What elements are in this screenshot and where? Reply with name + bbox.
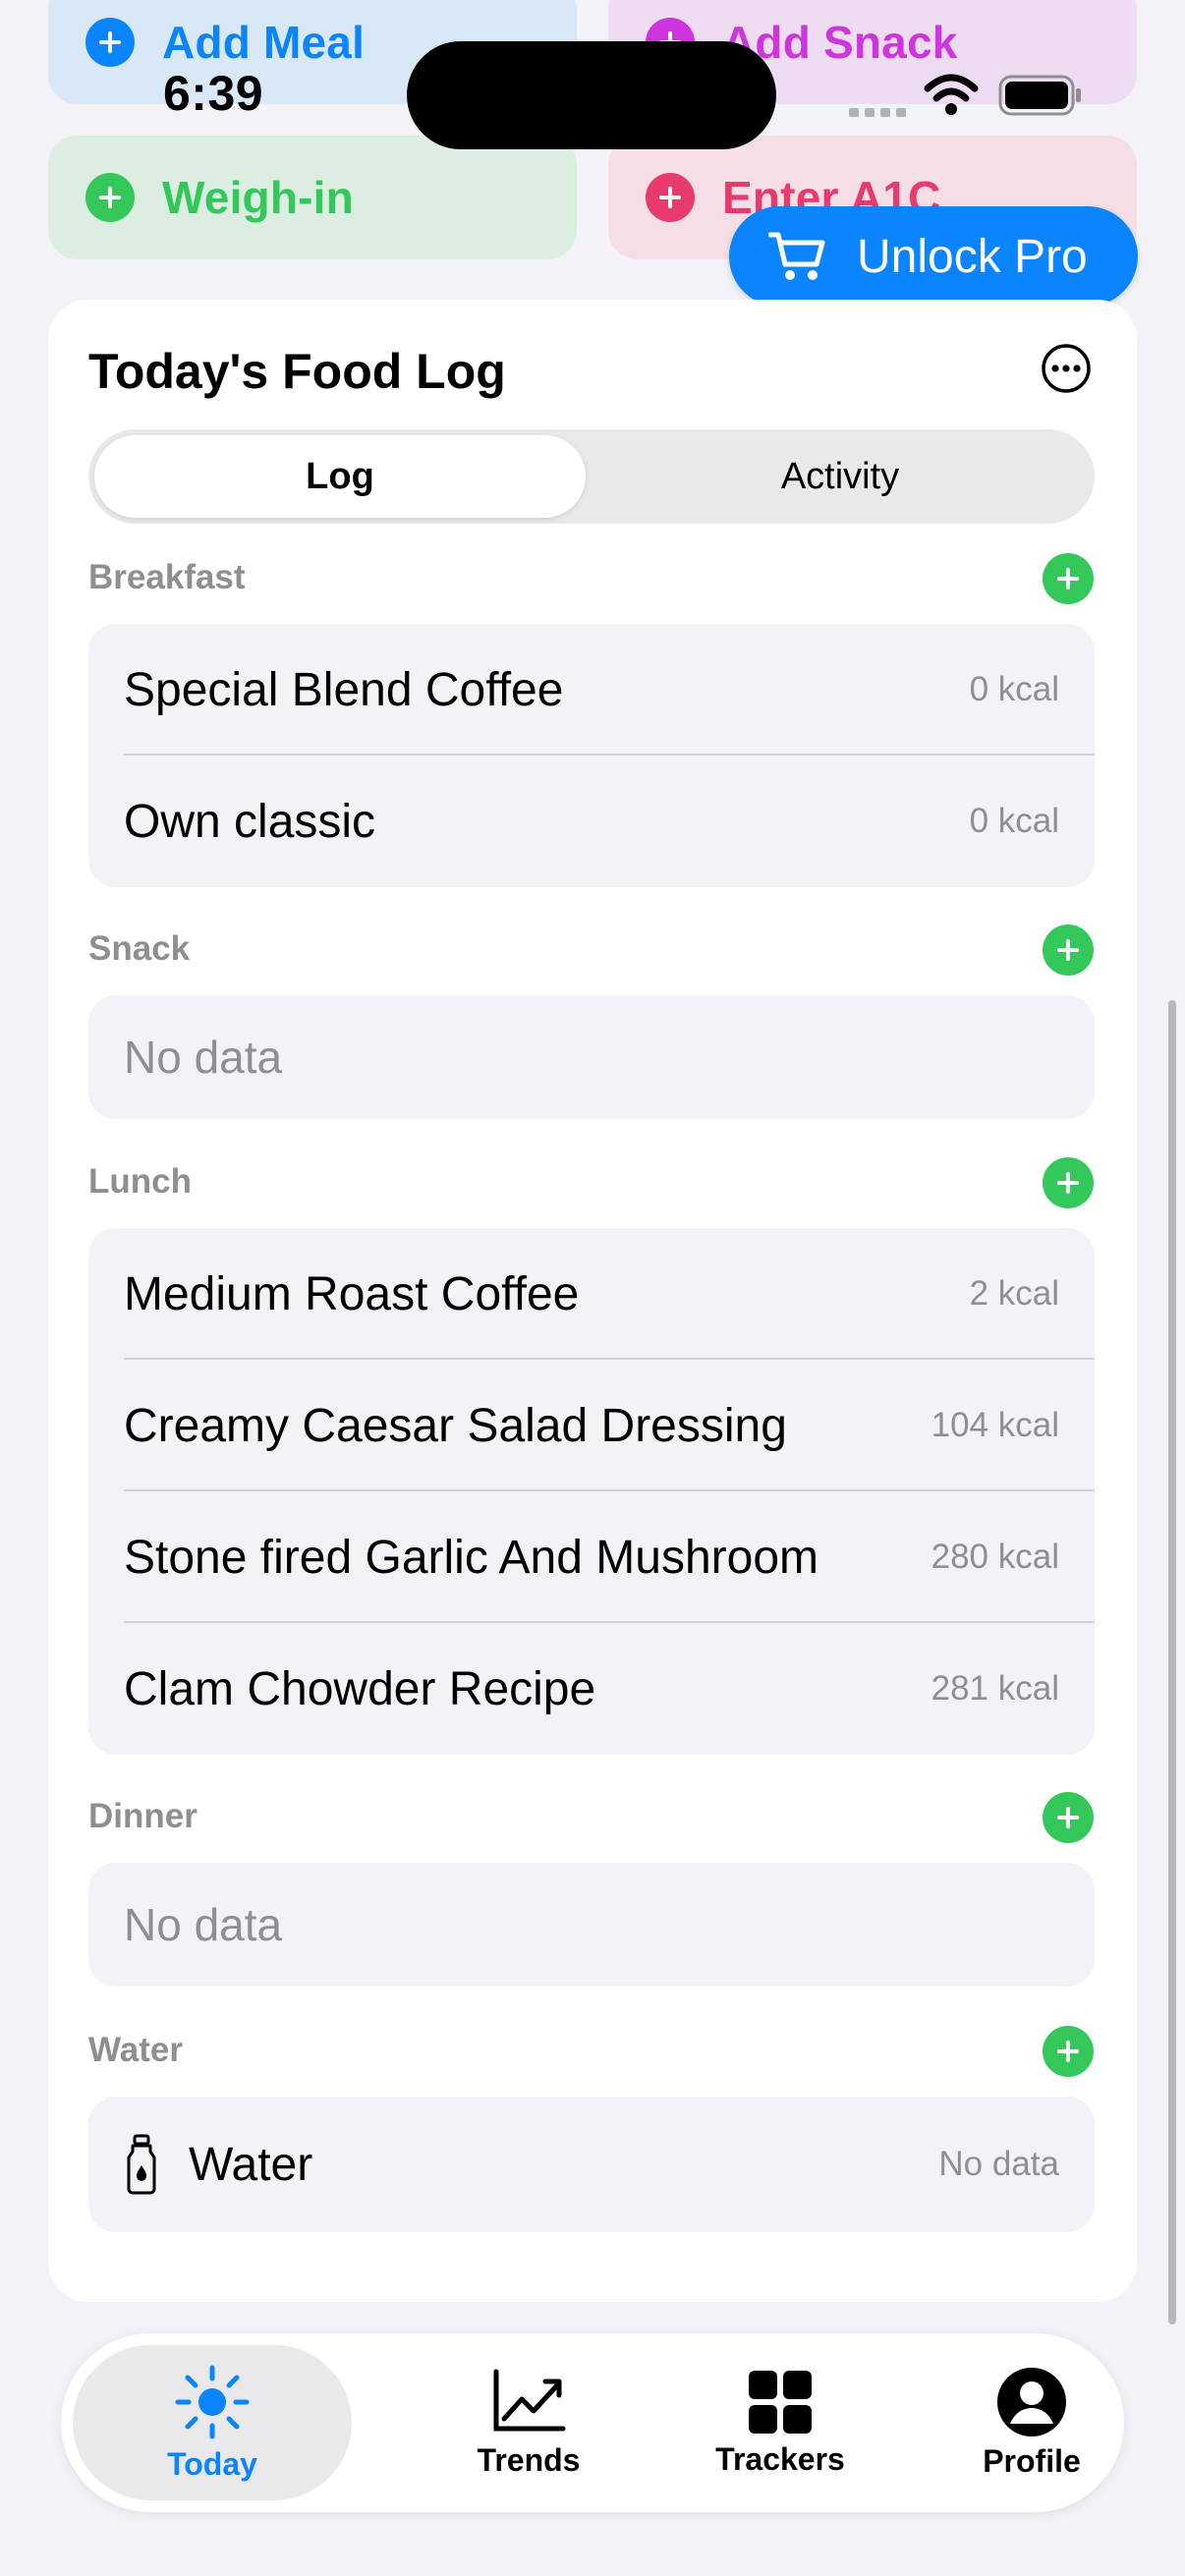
dynamic-island xyxy=(407,41,776,149)
food-name: Special Blend Coffee xyxy=(124,663,564,716)
add-breakfast-button[interactable] xyxy=(1043,553,1094,604)
water-bottle-icon xyxy=(127,2134,156,2195)
water-row[interactable]: Water No data xyxy=(88,2097,1095,2232)
add-meal-label: Add Meal xyxy=(162,17,366,68)
tab-profile-label: Profile xyxy=(983,2442,1081,2479)
status-time: 6:39 xyxy=(163,66,264,121)
breakfast-list: Special Blend Coffee 0 kcal Own classic … xyxy=(88,624,1095,887)
section-header-dinner: Dinner xyxy=(88,1797,198,1835)
wifi-icon xyxy=(924,74,979,115)
section-header-water: Water xyxy=(88,2031,183,2069)
weigh-in-label: Weigh-in xyxy=(162,172,354,223)
ellipsis-circle-icon[interactable] xyxy=(1041,343,1092,394)
list-item[interactable]: Creamy Caesar Salad Dressing 104 kcal xyxy=(88,1360,1095,1491)
person-circle-icon xyxy=(997,2367,1066,2436)
food-kcal: 281 kcal xyxy=(931,1669,1059,1708)
plus-icon xyxy=(1057,1172,1079,1194)
food-log-card: Today's Food Log Log Activity Breakfast … xyxy=(48,300,1137,2302)
food-kcal: 104 kcal xyxy=(931,1406,1059,1444)
food-name: Clam Chowder Recipe xyxy=(124,1662,596,1715)
tab-today[interactable]: Today xyxy=(73,2345,352,2500)
no-data-text: No data xyxy=(124,1032,283,1083)
scrollbar[interactable] xyxy=(1168,1000,1176,2324)
list-item[interactable]: Medium Roast Coffee 2 kcal xyxy=(88,1228,1095,1360)
tab-bar: Today Trends Trackers Profile xyxy=(61,2333,1124,2512)
food-kcal: 2 kcal xyxy=(969,1274,1059,1313)
dinner-list: No data xyxy=(88,1863,1095,1987)
sun-icon xyxy=(175,2365,250,2438)
unlock-pro-button[interactable]: Unlock Pro xyxy=(729,206,1138,307)
grid-icon xyxy=(749,2370,812,2434)
tab-trends[interactable]: Trends xyxy=(389,2333,668,2512)
add-lunch-button[interactable] xyxy=(1043,1157,1094,1208)
list-item[interactable]: Clam Chowder Recipe 281 kcal xyxy=(88,1623,1095,1755)
add-snack-item-button[interactable] xyxy=(1043,924,1094,976)
food-log-title: Today's Food Log xyxy=(88,344,506,399)
tab-today-label: Today xyxy=(167,2445,257,2482)
list-item[interactable]: Stone fired Garlic And Mushroom 280 kcal xyxy=(88,1491,1095,1623)
battery-icon xyxy=(998,75,1081,116)
plus-icon xyxy=(646,173,695,222)
plus-icon xyxy=(1057,1807,1079,1828)
add-water-button[interactable] xyxy=(1043,2026,1094,2077)
tab-profile[interactable]: Profile xyxy=(892,2333,1171,2512)
cart-icon xyxy=(768,232,825,280)
food-kcal: 280 kcal xyxy=(931,1538,1059,1576)
unlock-pro-label: Unlock Pro xyxy=(857,230,1088,283)
segment-activity[interactable]: Activity xyxy=(592,435,1089,518)
water-value: No data xyxy=(938,2145,1059,2183)
list-item[interactable]: Own classic 0 kcal xyxy=(88,756,1095,887)
log-activity-segmented-control: Log Activity xyxy=(88,429,1095,524)
add-dinner-button[interactable] xyxy=(1043,1792,1094,1843)
no-data-text: No data xyxy=(124,1899,283,1950)
lunch-list: Medium Roast Coffee 2 kcal Creamy Caesar… xyxy=(88,1228,1095,1755)
food-name: Creamy Caesar Salad Dressing xyxy=(124,1399,787,1452)
weigh-in-button[interactable]: Weigh-in xyxy=(48,136,577,259)
tab-trackers[interactable]: Trackers xyxy=(641,2333,920,2512)
plus-icon xyxy=(85,18,135,67)
food-kcal: 0 kcal xyxy=(969,670,1059,708)
plus-icon xyxy=(1057,568,1079,589)
signal-icon xyxy=(849,108,906,117)
section-header-snack: Snack xyxy=(88,929,191,968)
plus-icon xyxy=(1057,2041,1079,2062)
food-kcal: 0 kcal xyxy=(969,802,1059,840)
water-name: Water xyxy=(189,2138,313,2191)
section-header-breakfast: Breakfast xyxy=(88,558,246,596)
tab-trends-label: Trends xyxy=(477,2441,581,2478)
snack-list: No data xyxy=(88,995,1095,1119)
tab-trackers-label: Trackers xyxy=(715,2440,845,2477)
food-name: Own classic xyxy=(124,795,376,848)
water-list: Water No data xyxy=(88,2097,1095,2232)
plus-icon xyxy=(85,173,135,222)
list-item[interactable]: Special Blend Coffee 0 kcal xyxy=(88,624,1095,756)
segment-log[interactable]: Log xyxy=(94,435,586,518)
chart-trend-icon xyxy=(493,2369,566,2431)
plus-icon xyxy=(1057,939,1079,961)
food-name: Stone fired Garlic And Mushroom xyxy=(124,1531,818,1584)
section-header-lunch: Lunch xyxy=(88,1162,192,1201)
empty-row: No data xyxy=(88,1863,1095,1987)
empty-row: No data xyxy=(88,995,1095,1119)
food-name: Medium Roast Coffee xyxy=(124,1267,580,1320)
